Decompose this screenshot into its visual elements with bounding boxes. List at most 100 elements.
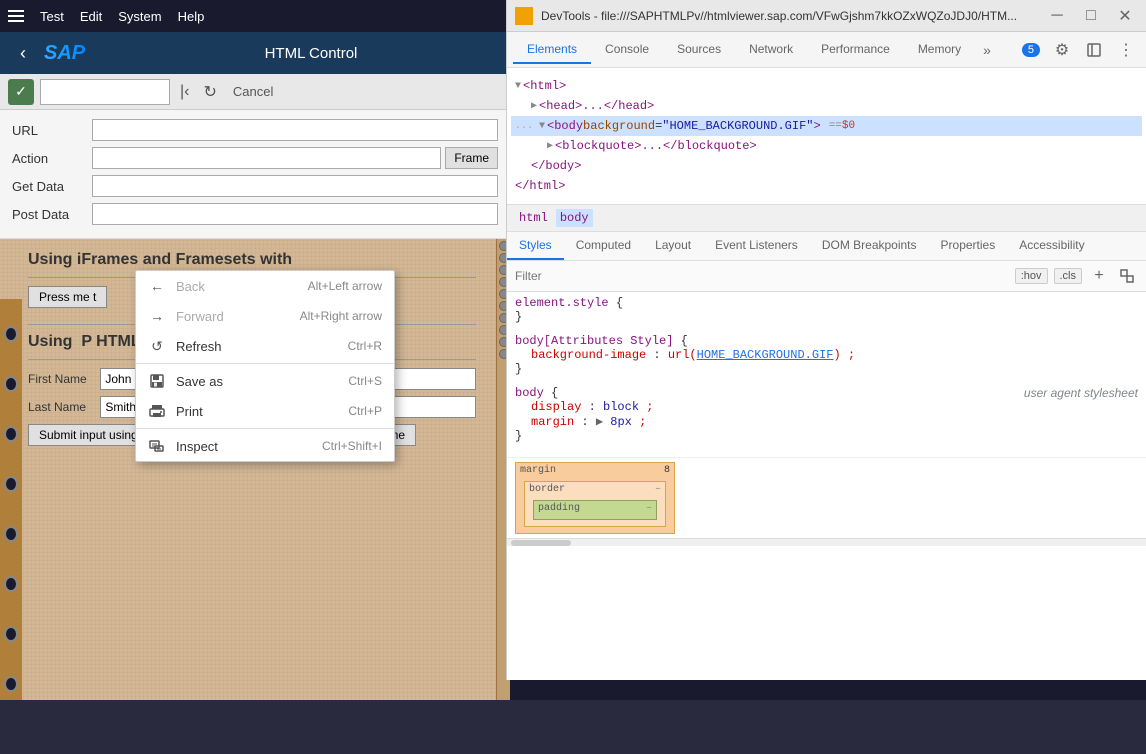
padding-label: padding: [538, 503, 580, 514]
first-name-label1: First Name: [28, 372, 92, 386]
context-menu-inspect[interactable]: Inspect Ctrl+Shift+I: [136, 431, 394, 461]
menu-system[interactable]: System: [118, 9, 161, 24]
last-name-label1: Last Name: [28, 400, 92, 414]
more-options-btn[interactable]: ⋮: [1112, 36, 1140, 64]
get-data-field[interactable]: [92, 175, 498, 197]
css-selector-body-attr: body[Attributes Style] {: [515, 334, 1138, 348]
save-icon: [148, 372, 166, 390]
badge-count: 5: [1022, 43, 1040, 57]
menu-help[interactable]: Help: [178, 9, 205, 24]
press-button[interactable]: Press me t: [28, 286, 107, 308]
dom-arrow-blockquote[interactable]: ▶: [547, 140, 553, 152]
box-border: border – padding –: [524, 481, 666, 527]
dom-arrow-html[interactable]: ▼: [515, 81, 521, 92]
saveas-label: Save as: [176, 374, 338, 389]
dom-tree: ▼ <html> ▶ <head>...</head> ... ▼ <body …: [507, 68, 1146, 204]
devtools-tabs: Elements Console Sources Network Perform…: [507, 32, 1146, 68]
dom-line-blockquote[interactable]: ▶ <blockquote>...</blockquote>: [511, 136, 1142, 156]
devtools-icon: [515, 7, 533, 25]
styles-tab-event-listeners[interactable]: Event Listeners: [703, 232, 810, 260]
check-button[interactable]: ✓: [8, 79, 34, 105]
devtools-close-btn[interactable]: ✕: [1112, 3, 1138, 29]
dom-line-body[interactable]: ... ▼ <body background = "HOME_BACKGROUN…: [511, 116, 1142, 136]
inspect-icon: [148, 437, 166, 455]
post-data-row: Post Data: [12, 202, 498, 226]
frame-button[interactable]: Frame: [445, 147, 498, 169]
filter-input[interactable]: [515, 269, 1009, 283]
forward-label: Forward: [176, 309, 290, 324]
css-bg-link[interactable]: HOME_BACKGROUND.GIF: [697, 348, 834, 362]
more-tabs-btn[interactable]: »: [975, 36, 999, 64]
menu-edit[interactable]: Edit: [80, 9, 102, 24]
context-menu-forward[interactable]: → Forward Alt+Right arrow: [136, 301, 394, 331]
back-button[interactable]: ‹: [12, 39, 34, 68]
action-label: Action: [12, 151, 92, 166]
add-style-btn[interactable]: +: [1088, 265, 1110, 287]
hov-button[interactable]: :hov: [1015, 268, 1048, 284]
css-rule-body-attr: body[Attributes Style] { background-imag…: [515, 334, 1138, 376]
tab-console[interactable]: Console: [591, 36, 663, 64]
css-prop-display: display : block ;: [515, 400, 1138, 414]
menu-test[interactable]: Test: [40, 9, 64, 24]
margin-expand-arrow[interactable]: ▶: [596, 415, 610, 429]
back-label: Back: [176, 279, 298, 294]
styles-filter: :hov .cls +: [507, 261, 1146, 292]
dom-dollar-sign: $0: [842, 120, 855, 132]
devtools-hscroll[interactable]: [507, 538, 1146, 546]
post-data-field[interactable]: [92, 203, 498, 225]
post-data-label: Post Data: [12, 207, 92, 222]
context-menu-print[interactable]: Print Ctrl+P: [136, 396, 394, 426]
refresh-shortcut: Ctrl+R: [348, 339, 382, 353]
get-data-label: Get Data: [12, 179, 92, 194]
url-field[interactable]: [92, 119, 498, 141]
inspect-style-btn[interactable]: [1116, 265, 1138, 287]
context-menu-back[interactable]: ← Back Alt+Left arrow: [136, 271, 394, 301]
dom-line-body-close[interactable]: </body>: [511, 156, 1142, 176]
dom-line-html[interactable]: ▼ <html>: [511, 76, 1142, 96]
devtools-maximize-btn[interactable]: □: [1078, 3, 1104, 29]
cls-button[interactable]: .cls: [1054, 268, 1083, 284]
breadcrumb-body[interactable]: body: [556, 209, 593, 227]
dom-line-html-close[interactable]: </html>: [511, 176, 1142, 196]
url-label: URL: [12, 123, 92, 138]
tab-network[interactable]: Network: [735, 36, 807, 64]
ua-comment: user agent stylesheet: [1024, 386, 1138, 400]
forward-shortcut: Alt+Right arrow: [300, 309, 382, 323]
styles-tab-layout[interactable]: Layout: [643, 232, 703, 260]
breadcrumb-html[interactable]: html: [515, 209, 552, 227]
sap-logo: SAP: [44, 42, 114, 65]
css-selector-element: element.style {: [515, 296, 1138, 310]
tab-sources[interactable]: Sources: [663, 36, 735, 64]
print-label: Print: [176, 404, 338, 419]
tab-memory[interactable]: Memory: [904, 36, 975, 64]
context-menu-saveas[interactable]: Save as Ctrl+S: [136, 366, 394, 396]
refresh-btn[interactable]: ↻: [199, 80, 220, 104]
dock-btn[interactable]: [1080, 36, 1108, 64]
styles-tab-styles[interactable]: Styles: [507, 232, 564, 260]
styles-tab-properties[interactable]: Properties: [929, 232, 1008, 260]
action-row: Action Frame: [12, 146, 498, 170]
dom-arrow-body[interactable]: ▼: [539, 121, 545, 132]
settings-btn[interactable]: ⚙: [1048, 36, 1076, 64]
first-btn[interactable]: |‹: [176, 81, 193, 103]
css-prop-bg-image: background-image : url(HOME_BACKGROUND.G…: [515, 348, 1138, 362]
url-input-toolbar[interactable]: [40, 79, 170, 105]
css-rules: element.style { } body[Attributes Style]…: [507, 292, 1146, 457]
action-field[interactable]: [92, 147, 441, 169]
dom-arrow-head[interactable]: ▶: [531, 100, 537, 112]
tab-elements[interactable]: Elements: [513, 36, 591, 64]
url-row: URL: [12, 118, 498, 142]
dom-line-head[interactable]: ▶ <head>...</head>: [511, 96, 1142, 116]
tab-performance[interactable]: Performance: [807, 36, 904, 64]
hamburger-menu[interactable]: [8, 10, 24, 22]
context-menu: ← Back Alt+Left arrow → Forward Alt+Righ…: [135, 270, 395, 462]
styles-tab-dom-breakpoints[interactable]: DOM Breakpoints: [810, 232, 929, 260]
devtools-minimize-btn[interactable]: ─: [1044, 3, 1070, 29]
box-padding: padding –: [533, 500, 657, 520]
cancel-button[interactable]: Cancel: [227, 82, 279, 101]
bottom-area: [0, 700, 1146, 754]
styles-tab-computed[interactable]: Computed: [564, 232, 643, 260]
box-margin: margin 8 border – padding –: [515, 462, 675, 534]
context-menu-refresh[interactable]: ↺ Refresh Ctrl+R: [136, 331, 394, 361]
styles-tab-accessibility[interactable]: Accessibility: [1007, 232, 1096, 260]
